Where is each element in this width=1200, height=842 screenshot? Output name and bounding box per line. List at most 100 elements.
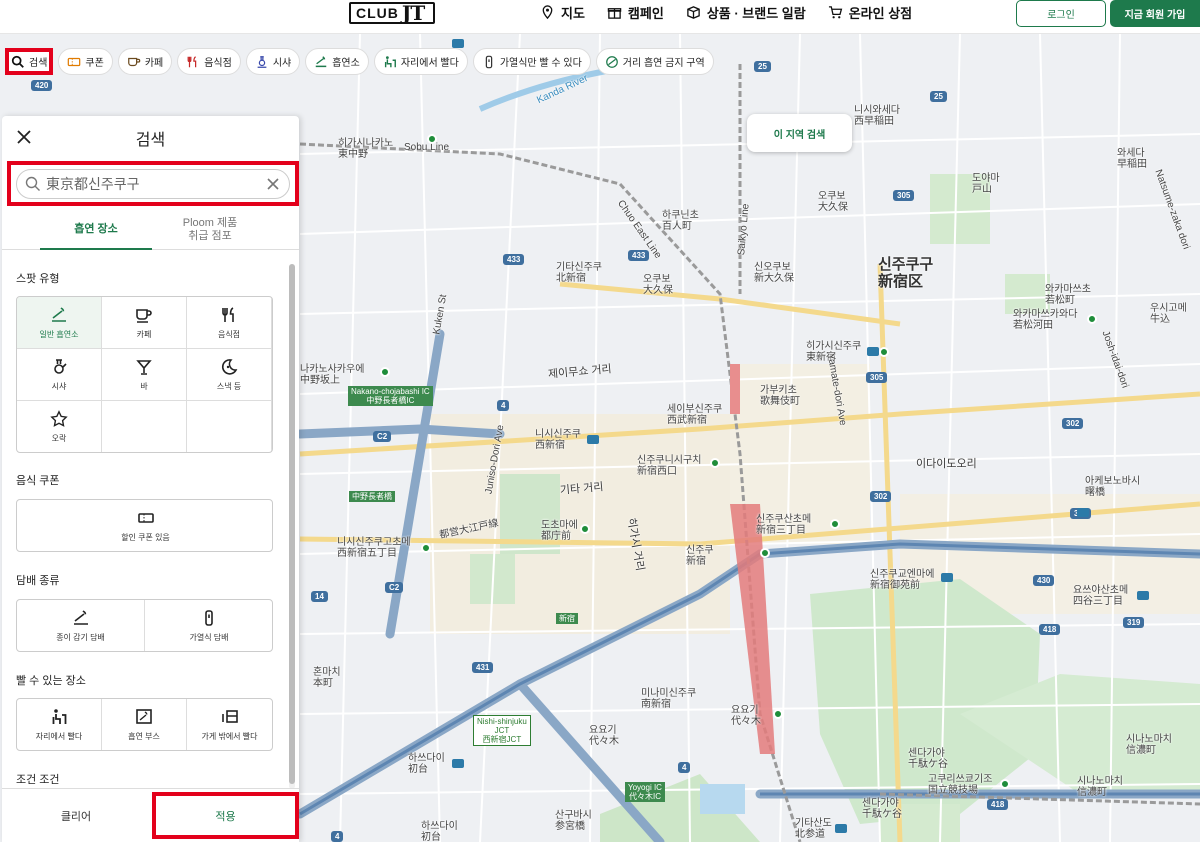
- nav-map[interactable]: 지도: [540, 3, 585, 22]
- heated-device-icon: [205, 609, 213, 626]
- option-heated-tobacco[interactable]: 가열식 담배: [145, 600, 272, 651]
- outside-icon: [221, 709, 238, 723]
- road-shield: 4: [497, 400, 510, 411]
- smoking-spot-pin[interactable]: [580, 524, 590, 534]
- search-panel: 검색 흡연 장소 Ploom 제품 취급 점포 스팟 유형 일반 흡연소 카페 …: [2, 116, 299, 842]
- station-icon: [941, 573, 953, 582]
- apply-button[interactable]: 적용: [152, 792, 299, 839]
- road-shield: 420: [31, 80, 53, 91]
- star-icon: [50, 409, 68, 427]
- spot-type-bar[interactable]: 바: [102, 349, 187, 401]
- option-seat-smoke[interactable]: 자리에서 빨다: [17, 699, 102, 750]
- spot-type-shisha[interactable]: 시샤: [17, 349, 102, 401]
- tab-smoking-places[interactable]: 흡연 장소: [40, 210, 152, 250]
- road-shield: C2: [385, 582, 404, 593]
- map-label-station: 기타산도 北参道: [795, 818, 832, 840]
- smoking-spot-pin[interactable]: [760, 548, 770, 558]
- map-label-area: 시나노마치 信濃町: [1126, 734, 1172, 756]
- section-conditions: 조건 조건: [16, 774, 60, 786]
- scrollbar-thumb[interactable]: [289, 264, 295, 784]
- spot-type-entertainment[interactable]: 오락: [17, 401, 102, 452]
- spot-type-grid: 일반 흡연소 카페 음식점 시샤 바 스낵 등 오락: [16, 296, 273, 453]
- smoking-spot-pin[interactable]: [421, 543, 431, 553]
- map-label-station: 도초마에 都庁前: [541, 520, 578, 542]
- chip-restaurant[interactable]: 음식점: [177, 48, 241, 75]
- map-label-station: 고쿠리쓰쿄기조 国立競技場: [928, 774, 993, 796]
- road-shield: 25: [930, 91, 947, 102]
- map-label-station: 와카마쓰카와다 若松河田: [1013, 309, 1078, 331]
- map-label-station: 니시와세다 西早稲田: [854, 105, 900, 127]
- map-label-area: 혼마치 本町: [313, 667, 341, 689]
- map-label-area: 하쓰다이 初台: [421, 821, 458, 842]
- chip-no-street-smoking[interactable]: 거리 흡연 금지 구역: [595, 48, 714, 75]
- panel-scrollbar[interactable]: [289, 264, 295, 789]
- chip-smoking-area[interactable]: 흡연소: [305, 48, 369, 75]
- shisha-icon: [54, 358, 67, 374]
- seat-smoke-icon: [384, 55, 396, 67]
- option-outside-smoke[interactable]: 가게 밖에서 빨다: [187, 699, 272, 750]
- nav-products[interactable]: 상품 · 브랜드 일람: [686, 3, 806, 22]
- map-label-area: 하쿠닌초 百人町: [662, 210, 699, 232]
- join-button[interactable]: 지금 회원 가입: [1110, 0, 1200, 27]
- login-button[interactable]: 로그인: [1016, 0, 1106, 27]
- spot-type-general-smoking[interactable]: 일반 흡연소: [17, 297, 102, 349]
- road-shield: 418: [1039, 624, 1061, 635]
- search-this-area-button[interactable]: 이 지역 검색: [747, 114, 852, 152]
- spot-type-cafe[interactable]: 카페: [102, 297, 187, 349]
- smoking-spot-pin[interactable]: [830, 519, 840, 529]
- smoking-spot-pin[interactable]: [1087, 314, 1097, 324]
- nav-online-store[interactable]: 온라인 상점: [828, 3, 912, 22]
- smoking-spot-pin[interactable]: [710, 458, 720, 468]
- station-icon: [867, 347, 879, 356]
- section-tobacco-type: 담배 종류: [16, 575, 60, 587]
- coupon-icon: [68, 57, 81, 66]
- booth-icon: [136, 708, 152, 724]
- road-shield: 430: [1033, 575, 1055, 586]
- clear-search-icon[interactable]: [265, 176, 281, 192]
- search-icon: [25, 176, 40, 191]
- gift-icon: [607, 7, 622, 19]
- map-label-station: 하쓰다이 初台: [408, 753, 445, 775]
- seat-smoke-icon: [52, 708, 67, 724]
- panel-tabs: 흡연 장소 Ploom 제품 취급 점포: [2, 210, 299, 250]
- map-label-station: 요요기 代々木: [731, 705, 761, 727]
- smoking-spot-pin[interactable]: [427, 134, 437, 144]
- smoking-spot-pin[interactable]: [879, 347, 889, 357]
- spot-type-restaurant[interactable]: 음식점: [187, 297, 272, 349]
- map-label-station: 산구바시 参宮橋: [555, 810, 592, 832]
- spot-type-snack[interactable]: 스낵 등: [187, 349, 272, 401]
- club-jt-logo[interactable]: CLUB JT: [349, 2, 435, 24]
- main-nav: 지도 캠페인 상품 · 브랜드 일람 온라인 상점: [540, 0, 912, 24]
- smoking-spot-pin[interactable]: [773, 709, 783, 719]
- option-smoking-booth[interactable]: 흡연 부스: [102, 699, 187, 750]
- expressway-ic-label: Yoyogi IC 代々木IC: [625, 782, 665, 802]
- chip-cafe[interactable]: 카페: [117, 48, 173, 75]
- smoking-spot-pin[interactable]: [380, 367, 390, 377]
- map-label-area: 와카마쓰초 若松町: [1045, 284, 1091, 306]
- chip-shisha[interactable]: 시샤: [245, 48, 301, 75]
- map-label-station: 와세다 早稲田: [1117, 148, 1147, 170]
- no-street-smoking-icon: [605, 55, 618, 68]
- chip-search[interactable]: 검색: [5, 48, 54, 75]
- map-label-station: 신주쿠교엔마에 新宿御苑前: [870, 569, 935, 591]
- road-shield: C2: [373, 431, 392, 442]
- search-box-highlight: [7, 161, 299, 206]
- tab-ploom-stores[interactable]: Ploom 제품 취급 점포: [154, 210, 266, 250]
- smoking-spot-pin[interactable]: [1000, 779, 1010, 789]
- clear-button[interactable]: 클리어: [2, 789, 150, 842]
- option-cigarette[interactable]: 종이 감기 담배: [17, 600, 145, 651]
- chip-heated-only[interactable]: 가열식만 빨 수 있다: [472, 48, 591, 75]
- top-header: CLUB JT 지도 캠페인 상품 · 브랜드 일람 온라인 상점 로그인 지금…: [0, 0, 1200, 34]
- search-icon: [11, 55, 24, 68]
- road-shield: 431: [472, 662, 494, 673]
- chip-seat-smoke[interactable]: 자리에서 빨다: [373, 48, 468, 75]
- coupon-icon: [137, 512, 154, 523]
- nav-campaign[interactable]: 캠페인: [607, 3, 664, 22]
- map-label-station: 오쿠보 大久保: [643, 274, 673, 296]
- chip-coupon[interactable]: 쿠폰: [58, 48, 113, 75]
- cocktail-icon: [136, 359, 152, 375]
- coupon-grid: 할인 쿠폰 있음: [16, 499, 273, 552]
- option-discount-coupon[interactable]: 할인 쿠폰 있음: [17, 500, 272, 551]
- location-search-input[interactable]: [46, 176, 260, 192]
- map-label-area: 기타신주쿠 北新宿: [556, 262, 602, 284]
